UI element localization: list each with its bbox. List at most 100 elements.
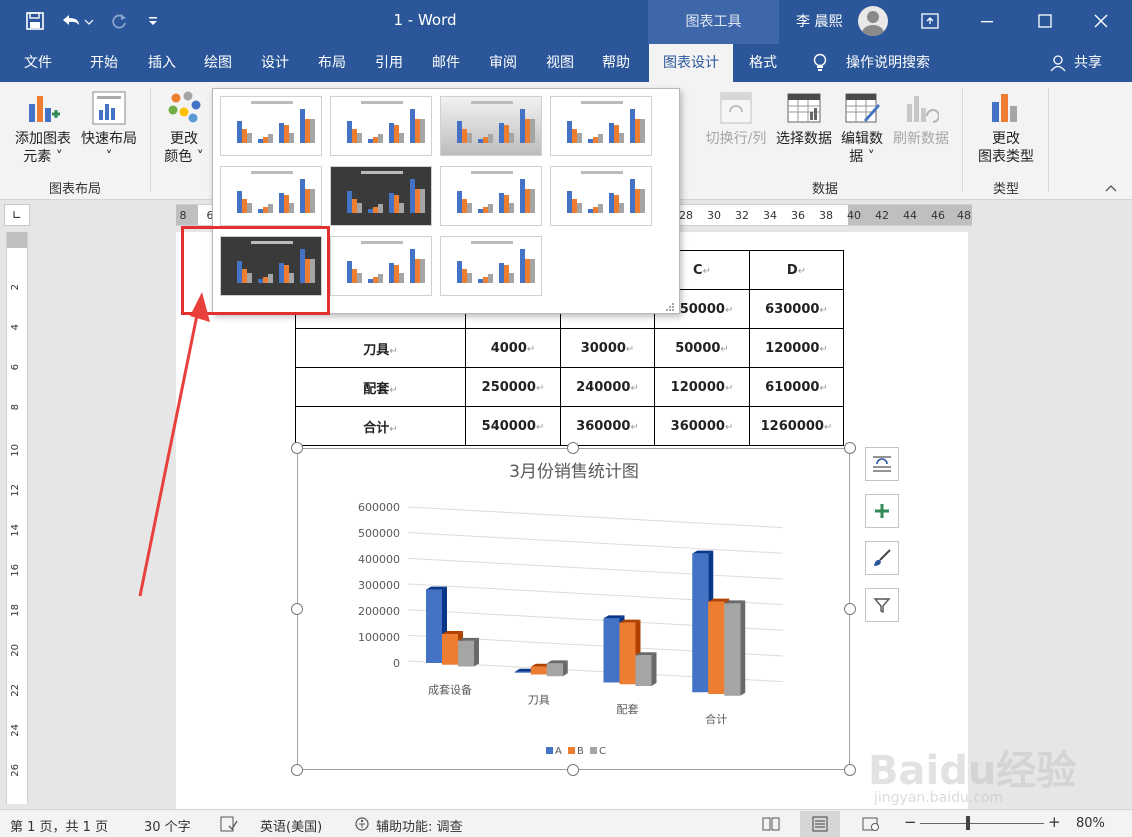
tab-layout[interactable]: 布局 xyxy=(304,44,360,82)
minimize-icon[interactable] xyxy=(972,8,1002,34)
chart-title[interactable]: 3月份销售统计图 xyxy=(509,462,639,482)
table-cell[interactable]: 250000↵ xyxy=(465,367,561,407)
table-cell[interactable]: 刀具↵ xyxy=(295,328,466,368)
word-count[interactable]: 30 个字 xyxy=(144,816,191,835)
chart-style-thumbnail[interactable] xyxy=(550,96,652,156)
switch-row-column-button[interactable]: 切换行/列 xyxy=(700,90,772,148)
resize-handle[interactable] xyxy=(567,442,579,454)
chart-filters-button[interactable] xyxy=(865,588,899,622)
table-cell[interactable]: 配套↵ xyxy=(295,367,466,407)
tab-help[interactable]: 帮助 xyxy=(588,44,644,82)
tab-format[interactable]: 格式 xyxy=(736,44,790,82)
gallery-resize-grip[interactable] xyxy=(665,301,675,311)
table-cell[interactable]: 360000↵ xyxy=(654,406,750,446)
quick-layout-button[interactable]: 快速布局 ˅ xyxy=(76,90,142,166)
chart-style-thumbnail[interactable] xyxy=(440,96,542,156)
chart-svg[interactable]: 3月份销售统计图 600000 500000 400000 300000 200000 1… xyxy=(298,449,851,771)
edit-data-button[interactable]: 编辑数 据 ˅ xyxy=(836,90,888,166)
web-layout-icon[interactable] xyxy=(862,816,880,836)
ruler-tab-selector[interactable]: ∟ xyxy=(4,204,30,226)
chart-bar-C-3[interactable] xyxy=(724,600,746,696)
resize-handle[interactable] xyxy=(291,764,303,776)
language[interactable]: 英语(美国) xyxy=(260,816,322,835)
change-chart-type-button[interactable]: 更改 图表类型 xyxy=(968,90,1044,166)
user-name[interactable]: 李 晨熙 xyxy=(796,11,842,31)
resize-handle[interactable] xyxy=(844,442,856,454)
proofing-icon[interactable] xyxy=(220,816,238,836)
chart-style-thumbnail[interactable] xyxy=(220,166,322,226)
undo-icon[interactable] xyxy=(58,10,94,32)
resize-handle[interactable] xyxy=(291,442,303,454)
chart-style-thumbnail[interactable] xyxy=(440,166,542,226)
customize-icon[interactable] xyxy=(142,10,164,32)
add-chart-element-button[interactable]: 添加图表 元素 ˅ xyxy=(8,90,78,166)
vertical-ruler[interactable]: 2 4 6 8 10 12 14 16 18 20 22 24 26 xyxy=(6,232,28,804)
change-colors-button[interactable]: 更改 颜色 ˅ xyxy=(156,90,212,166)
table-cell[interactable]: 540000↵ xyxy=(465,406,561,446)
tell-me-search[interactable]: 操作说明搜索 xyxy=(836,44,940,82)
accessibility-status[interactable]: 辅助功能: 调查 xyxy=(376,816,463,835)
lightbulb-icon[interactable] xyxy=(808,44,832,82)
tab-review[interactable]: 审阅 xyxy=(475,44,531,82)
chart-style-thumbnail[interactable] xyxy=(550,166,652,226)
close-icon[interactable] xyxy=(1086,8,1116,34)
resize-handle[interactable] xyxy=(291,603,303,615)
table-cell[interactable]: 1260000↵ xyxy=(749,406,844,446)
table-cell[interactable]: 240000↵ xyxy=(560,367,655,407)
chart-styles-button[interactable] xyxy=(865,541,899,575)
chart-bar-C-1[interactable] xyxy=(546,660,568,677)
table-cell[interactable]: 50000↵ xyxy=(654,328,750,368)
table-cell[interactable]: 360000↵ xyxy=(560,406,655,446)
layout-options-button[interactable] xyxy=(865,447,899,481)
chart-bar-C-2[interactable] xyxy=(635,652,657,687)
chart-style-thumbnail[interactable] xyxy=(330,236,432,296)
tab-mailings[interactable]: 邮件 xyxy=(418,44,474,82)
accessibility-icon[interactable] xyxy=(354,816,372,837)
zoom-in-button[interactable]: + xyxy=(1048,813,1061,831)
zoom-slider-thumb[interactable] xyxy=(966,816,970,830)
zoom-out-button[interactable]: − xyxy=(904,813,917,831)
ribbon-display-icon[interactable] xyxy=(915,8,945,34)
chart-style-thumbnail[interactable] xyxy=(220,96,322,156)
chart-style-thumbnail[interactable] xyxy=(440,236,542,296)
legend-entry[interactable]: C xyxy=(599,746,606,757)
table-cell[interactable]: 120000↵ xyxy=(654,367,750,407)
chart-bar-C-0[interactable] xyxy=(458,637,479,667)
tab-draw[interactable]: 绘图 xyxy=(190,44,246,82)
tab-design[interactable]: 设计 xyxy=(247,44,303,82)
table-cell[interactable]: 120000↵ xyxy=(749,328,844,368)
page-count[interactable]: 第 1 页，共 1 页 xyxy=(10,816,108,835)
table-cell[interactable]: 合计↵ xyxy=(295,406,466,446)
select-data-button[interactable]: 选择数据 xyxy=(772,90,836,148)
chart-elements-button[interactable] xyxy=(865,494,899,528)
zoom-level[interactable]: 80% xyxy=(1076,816,1105,831)
avatar[interactable] xyxy=(858,6,888,36)
resize-handle[interactable] xyxy=(844,603,856,615)
zoom-slider[interactable] xyxy=(920,823,1044,824)
share-button[interactable]: 共享 xyxy=(1070,44,1106,82)
save-icon[interactable] xyxy=(24,10,46,32)
collapse-ribbon-icon[interactable] xyxy=(1104,182,1118,192)
table-cell[interactable]: 610000↵ xyxy=(749,367,844,407)
table-cell[interactable]: 4000↵ xyxy=(465,328,561,368)
chart-area[interactable]: 3月份销售统计图 600000 500000 400000 300000 200000 1… xyxy=(297,448,850,770)
tab-file[interactable]: 文件 xyxy=(10,44,66,82)
chart-style-thumbnail[interactable] xyxy=(330,166,432,226)
tab-home[interactable]: 开始 xyxy=(76,44,132,82)
tab-chart-design[interactable]: 图表设计 xyxy=(649,44,733,82)
read-mode-icon[interactable] xyxy=(762,816,780,836)
maximize-icon[interactable] xyxy=(1030,8,1060,34)
tab-view[interactable]: 视图 xyxy=(532,44,588,82)
redo-icon[interactable] xyxy=(108,10,130,32)
chart-style-thumbnail[interactable] xyxy=(330,96,432,156)
table-cell[interactable]: 30000↵ xyxy=(560,328,655,368)
table-cell[interactable]: 630000↵ xyxy=(749,289,844,329)
tab-insert[interactable]: 插入 xyxy=(134,44,190,82)
resize-handle[interactable] xyxy=(844,764,856,776)
refresh-data-button[interactable]: 刷新数据 xyxy=(888,90,954,148)
legend-entry[interactable]: A xyxy=(555,746,562,757)
legend-entry[interactable]: B xyxy=(577,746,584,757)
print-layout-button[interactable] xyxy=(800,811,840,837)
tab-references[interactable]: 引用 xyxy=(361,44,417,82)
table-cell[interactable]: D↵ xyxy=(749,250,844,290)
